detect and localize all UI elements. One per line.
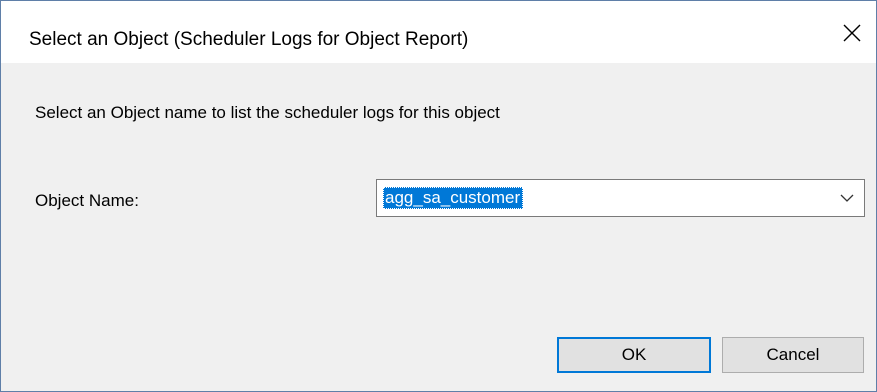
cancel-button[interactable]: Cancel — [722, 337, 864, 373]
object-name-dropdown[interactable]: agg_sa_customer — [376, 179, 865, 217]
close-button[interactable] — [828, 13, 876, 53]
select-object-dialog: Select an Object (Scheduler Logs for Obj… — [0, 0, 877, 392]
object-name-selected-value: agg_sa_customer — [383, 187, 524, 209]
object-name-label: Object Name: — [35, 191, 139, 210]
chevron-down-icon[interactable] — [839, 192, 855, 204]
instruction-text: Select an Object name to list the schedu… — [35, 103, 500, 122]
dialog-body: Select an Object name to list the schedu… — [1, 63, 876, 391]
dialog-title: Select an Object (Scheduler Logs for Obj… — [29, 29, 469, 50]
close-icon — [843, 24, 861, 42]
title-bar[interactable]: Select an Object (Scheduler Logs for Obj… — [1, 1, 876, 63]
ok-button[interactable]: OK — [557, 337, 711, 373]
